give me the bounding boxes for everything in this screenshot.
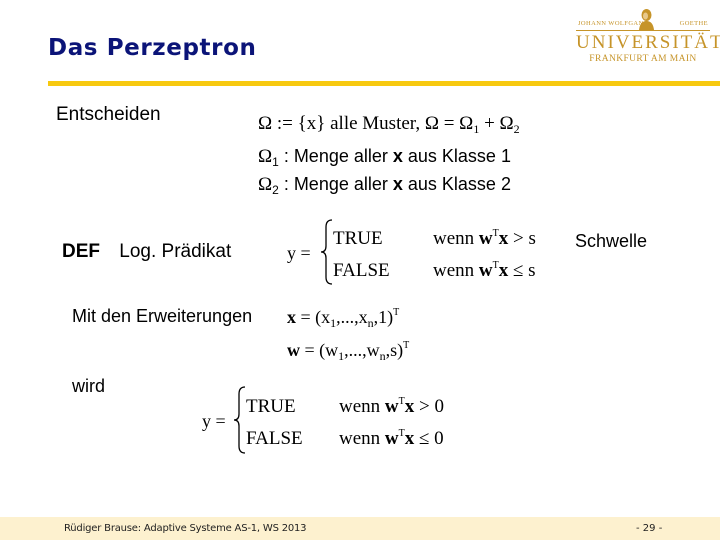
line-bold-x: x bbox=[392, 146, 403, 166]
logo-rule bbox=[576, 30, 710, 31]
predicate-2-case-false: FALSE bbox=[246, 428, 303, 449]
cond-relation: ≤ s bbox=[508, 260, 536, 281]
predicate-1-lhs: y = bbox=[287, 243, 311, 263]
w-end: ,s) bbox=[385, 340, 404, 360]
slide-footer: Rüdiger Brause: Adaptive Systeme AS-1, W… bbox=[0, 517, 720, 540]
x-extension: x = (x1,...,xn,1)T bbox=[287, 307, 399, 331]
becomes-label: wird bbox=[72, 376, 106, 396]
omega-subscript: 1 bbox=[272, 155, 279, 169]
cond-relation: ≤ 0 bbox=[414, 428, 444, 449]
logo-university: UNIVERSITÄT bbox=[576, 32, 720, 53]
w-eq: = (w bbox=[300, 340, 339, 360]
predicate-2-lhs: y = bbox=[202, 411, 226, 431]
omega-assign: := {x} alle Muster, Ω = Ω bbox=[272, 113, 474, 134]
predicate-2-cond-true: wenn wTx > 0 bbox=[339, 396, 444, 418]
footer-author-course: Rüdiger Brause: Adaptive Systeme AS-1, W… bbox=[64, 523, 307, 534]
omega-class-1-line: Ω1 : Menge aller x aus Klasse 1 bbox=[258, 146, 511, 169]
predicate-2-cond-false: wenn wTx ≤ 0 bbox=[339, 428, 444, 450]
predicate-1-brace-icon bbox=[320, 219, 333, 285]
line-rest: aus Klasse 2 bbox=[402, 174, 511, 194]
w-mid: ,...,w bbox=[344, 340, 380, 360]
cond-w: w bbox=[478, 228, 493, 249]
title-divider bbox=[48, 81, 720, 86]
cond-x: x bbox=[498, 228, 509, 249]
cond-w: w bbox=[384, 396, 399, 417]
omega-symbol: Ω bbox=[258, 174, 273, 195]
cond-w: w bbox=[478, 260, 493, 281]
line-text: : Menge aller bbox=[278, 174, 393, 194]
cond-relation: > 0 bbox=[414, 396, 444, 417]
cond-w: w bbox=[384, 428, 399, 449]
definition-heading: DEF Log. Prädikat bbox=[62, 241, 231, 263]
extension-label: Mit den Erweiterungen bbox=[72, 306, 253, 326]
w-lhs: w bbox=[287, 340, 300, 360]
omega-plus: + Ω bbox=[479, 113, 514, 134]
slide-title: Das Perzeptron bbox=[48, 35, 257, 61]
w-extension: w = (w1,...,wn,s)T bbox=[287, 340, 409, 364]
omega-subscript: 2 bbox=[272, 183, 279, 197]
def-label: DEF bbox=[62, 241, 100, 262]
predicate-1-case-true: TRUE bbox=[333, 228, 383, 249]
logo-city: FRANKFURT AM MAIN bbox=[589, 54, 697, 64]
omega-symbol: Ω bbox=[258, 146, 273, 167]
cond-relation: > s bbox=[508, 228, 536, 249]
line-text: : Menge aller bbox=[278, 146, 393, 166]
omega-sub2: 2 bbox=[513, 122, 520, 136]
line-bold-x: x bbox=[392, 174, 403, 194]
predicate-1-cond-false: wenn wTx ≤ s bbox=[433, 260, 536, 282]
predicate-1-cond-true: wenn wTx > s bbox=[433, 228, 536, 250]
cond-prefix: wenn bbox=[339, 428, 385, 449]
cond-x: x bbox=[404, 396, 415, 417]
predicate-2-brace-icon bbox=[233, 386, 246, 454]
cond-x: x bbox=[404, 428, 415, 449]
threshold-label: Schwelle bbox=[575, 231, 648, 251]
omega-symbol: Ω bbox=[258, 113, 273, 134]
line-rest: aus Klasse 1 bbox=[402, 146, 511, 166]
page-number: - 29 - bbox=[636, 523, 663, 534]
x-end: ,1) bbox=[373, 307, 394, 327]
cond-prefix: wenn bbox=[433, 228, 479, 249]
goethe-portrait-icon bbox=[639, 9, 654, 30]
predicate-2-case-true: TRUE bbox=[246, 396, 296, 417]
x-mid: ,...,x bbox=[336, 307, 368, 327]
cond-x: x bbox=[498, 260, 509, 281]
x-lhs: x bbox=[287, 307, 296, 327]
w-transpose: T bbox=[403, 340, 410, 351]
def-title: Log. Prädikat bbox=[119, 241, 232, 262]
university-logo: JOHANN WOLFGANG GOETHE UNIVERSITÄT FRANK… bbox=[576, 8, 720, 66]
cond-prefix: wenn bbox=[433, 260, 479, 281]
predicate-1-case-false: FALSE bbox=[333, 260, 390, 281]
cond-prefix: wenn bbox=[339, 396, 385, 417]
omega-definition: Ω := {x} alle Muster, Ω = Ω1 + Ω2 bbox=[258, 113, 520, 137]
x-eq: = (x bbox=[296, 307, 331, 327]
logo-top-right: GOETHE bbox=[679, 20, 708, 27]
section-label: Entscheiden bbox=[56, 104, 161, 125]
omega-class-2-line: Ω2 : Menge aller x aus Klasse 2 bbox=[258, 174, 511, 197]
x-transpose: T bbox=[393, 307, 400, 318]
